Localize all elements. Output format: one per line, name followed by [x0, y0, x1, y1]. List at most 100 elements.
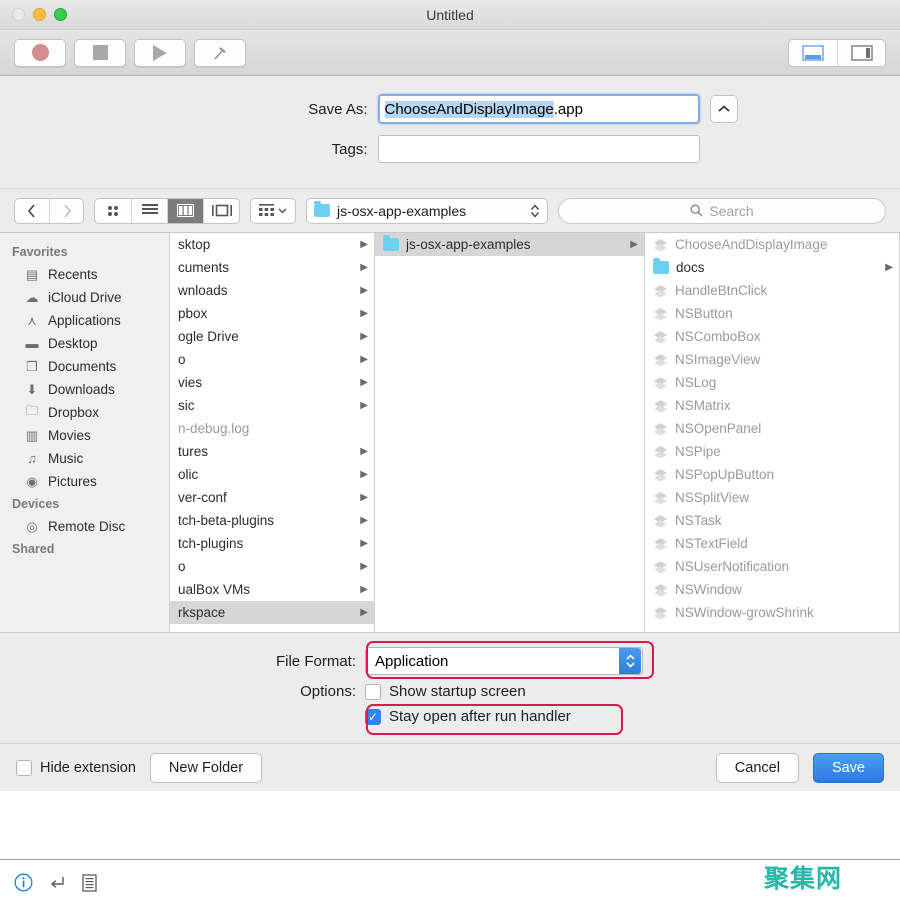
file-row-label: NSImageView [675, 352, 893, 367]
sidebar-item-downloads[interactable]: ⬇Downloads [0, 378, 169, 401]
file-row[interactable]: NSUserNotification [645, 555, 899, 578]
return-arrow-icon[interactable] [49, 874, 66, 891]
file-row[interactable]: sic▶ [170, 394, 374, 417]
filename-extension-text: .app [554, 101, 583, 118]
info-circle-icon[interactable] [14, 873, 33, 892]
sidebar-item-remote-disc[interactable]: ◎Remote Disc [0, 515, 169, 538]
sidebar-item-label: Downloads [48, 382, 115, 397]
new-folder-button[interactable]: New Folder [150, 753, 262, 783]
tags-input[interactable] [378, 135, 700, 163]
content-gap [0, 791, 900, 833]
file-row[interactable]: NSButton [645, 302, 899, 325]
file-row[interactable]: tch-plugins▶ [170, 532, 374, 555]
sidebar-section-header: Favorites [0, 241, 169, 263]
stay-open-checkbox[interactable]: ✓ [365, 709, 381, 725]
file-row[interactable]: NSPipe [645, 440, 899, 463]
path-popup-button[interactable]: js-osx-app-examples [306, 198, 548, 224]
disclosure-arrow-icon: ▶ [360, 308, 368, 319]
back-button[interactable] [15, 199, 49, 223]
file-row-label: NSWindow [675, 582, 893, 597]
file-row[interactable]: tures▶ [170, 440, 374, 463]
file-row[interactable]: NSWindow [645, 578, 899, 601]
column-three[interactable]: ChooseAndDisplayImagedocs▶HandleBtnClick… [645, 233, 900, 632]
file-row[interactable]: cuments▶ [170, 256, 374, 279]
file-row[interactable]: NSTextField [645, 532, 899, 555]
file-row[interactable]: o▶ [170, 348, 374, 371]
show-bottom-pane-toggle[interactable] [789, 40, 837, 66]
file-row[interactable]: rkspace▶ [170, 601, 374, 624]
icon-view-button[interactable] [95, 199, 131, 223]
file-row[interactable]: o▶ [170, 555, 374, 578]
sidebar-item-applications[interactable]: ⋏Applications [0, 309, 169, 332]
file-row[interactable]: vies▶ [170, 371, 374, 394]
hide-extension-option[interactable]: Hide extension [16, 760, 136, 776]
file-format-stepper[interactable] [619, 648, 641, 674]
sidebar-item-dropbox[interactable]: 🗀Dropbox [0, 401, 169, 424]
column-one[interactable]: sktop▶cuments▶wnloads▶pbox▶ogle Drive▶o▶… [170, 233, 375, 632]
file-row[interactable]: tch-beta-plugins▶ [170, 509, 374, 532]
sidebar: Favorites▤Recents☁iCloud Drive⋏Applicati… [0, 233, 170, 632]
file-row-label: sic [178, 398, 353, 413]
file-row[interactable]: NSLog [645, 371, 899, 394]
forward-button[interactable] [49, 199, 83, 223]
file-row[interactable]: NSTask [645, 509, 899, 532]
record-button[interactable] [14, 39, 66, 67]
stay-open-option[interactable]: ✓ Stay open after run handler [365, 708, 571, 725]
path-label: js-osx-app-examples [337, 203, 523, 219]
file-row[interactable]: olic▶ [170, 463, 374, 486]
file-row-label: tch-plugins [178, 536, 353, 551]
sidebar-item-music[interactable]: ♫Music [0, 447, 169, 470]
file-row[interactable]: js-osx-app-examples▶ [375, 233, 644, 256]
file-row[interactable]: ChooseAndDisplayImage [645, 233, 899, 256]
stop-button[interactable] [74, 39, 126, 67]
script-file-icon [653, 376, 668, 390]
file-row[interactable]: docs▶ [645, 256, 899, 279]
file-row[interactable]: NSSplitView [645, 486, 899, 509]
disclosure-arrow-icon: ▶ [360, 607, 368, 618]
file-row[interactable]: NSImageView [645, 348, 899, 371]
search-input[interactable]: Search [558, 198, 886, 224]
file-row[interactable]: wnloads▶ [170, 279, 374, 302]
show-startup-screen-checkbox[interactable] [365, 684, 381, 700]
arrange-button[interactable] [250, 198, 296, 224]
sidebar-item-label: Music [48, 451, 83, 466]
column-two[interactable]: js-osx-app-examples▶ [375, 233, 645, 632]
collapse-browser-button[interactable] [710, 95, 738, 123]
sidebar-item-documents[interactable]: ❐Documents [0, 355, 169, 378]
show-right-pane-toggle[interactable] [837, 40, 885, 66]
cancel-button[interactable]: Cancel [716, 753, 799, 783]
coverflow-view-button[interactable] [203, 199, 239, 223]
file-row[interactable]: NSPopUpButton [645, 463, 899, 486]
save-button[interactable]: Save [813, 753, 884, 783]
script-file-icon [653, 606, 668, 620]
sidebar-item-pictures[interactable]: ◉Pictures [0, 470, 169, 493]
sidebar-item-icloud-drive[interactable]: ☁iCloud Drive [0, 286, 169, 309]
sidebar-item-label: Documents [48, 359, 116, 374]
file-row[interactable]: NSMatrix [645, 394, 899, 417]
file-row[interactable]: n-debug.log [170, 417, 374, 440]
show-startup-screen-option[interactable]: Show startup screen [365, 683, 526, 700]
file-row[interactable]: ogle Drive▶ [170, 325, 374, 348]
file-row[interactable]: ver-conf▶ [170, 486, 374, 509]
document-list-icon[interactable] [82, 874, 97, 892]
sidebar-item-movies[interactable]: ▥Movies [0, 424, 169, 447]
filename-input[interactable]: ChooseAndDisplayImage.app [378, 94, 700, 124]
column-view-button[interactable] [167, 199, 203, 223]
file-row[interactable]: HandleBtnClick [645, 279, 899, 302]
sidebar-item-recents[interactable]: ▤Recents [0, 263, 169, 286]
run-button[interactable] [134, 39, 186, 67]
file-row[interactable]: pbox▶ [170, 302, 374, 325]
file-row-label: ogle Drive [178, 329, 353, 344]
updown-chevron-icon [530, 203, 540, 219]
list-view-button[interactable] [131, 199, 167, 223]
file-row[interactable]: NSComboBox [645, 325, 899, 348]
compile-button[interactable] [194, 39, 246, 67]
hide-extension-checkbox[interactable] [16, 760, 32, 776]
sidebar-item-desktop[interactable]: ▬Desktop [0, 332, 169, 355]
browser-navbar: js-osx-app-examples Search [0, 188, 900, 232]
file-row[interactable]: sktop▶ [170, 233, 374, 256]
file-format-popup[interactable]: Application [365, 647, 643, 675]
file-row[interactable]: NSWindow-growShrink [645, 601, 899, 624]
file-row[interactable]: ualBox VMs▶ [170, 578, 374, 601]
file-row[interactable]: NSOpenPanel [645, 417, 899, 440]
